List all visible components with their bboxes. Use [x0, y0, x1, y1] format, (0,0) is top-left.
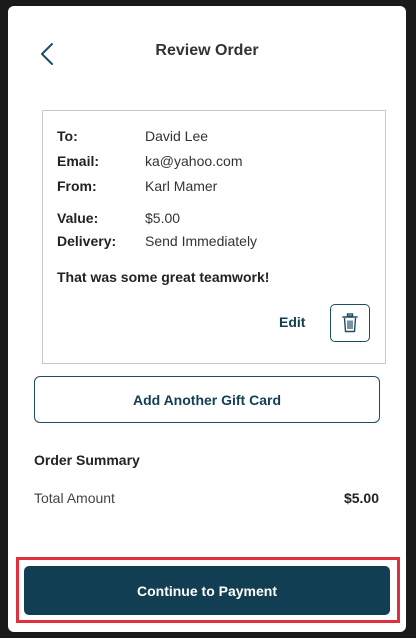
detail-label: Value: [57, 210, 99, 226]
detail-label: To: [57, 128, 78, 144]
detail-value: $5.00 [145, 210, 181, 226]
edit-button[interactable]: Edit [279, 314, 305, 330]
gift-message: That was some great teamwork! [57, 269, 270, 285]
detail-label: From: [57, 178, 97, 194]
total-amount-label: Total Amount [34, 490, 115, 506]
detail-label: Email: [57, 153, 100, 169]
trash-icon [342, 313, 358, 333]
total-amount-value: $5.00 [343, 490, 379, 506]
add-gift-card-button[interactable]: Add Another Gift Card [34, 376, 380, 423]
detail-label: Delivery: [57, 233, 117, 249]
review-order-card: Review Order To: David Lee Email: ka@yah… [8, 6, 406, 632]
detail-value: David Lee [145, 128, 209, 144]
detail-value: ka@yahoo.com [145, 153, 243, 169]
detail-value: Karl Mamer [145, 178, 218, 194]
order-summary-heading: Order Summary [34, 452, 140, 468]
delete-button[interactable] [330, 304, 370, 342]
continue-to-payment-button[interactable]: Continue to Payment [24, 566, 390, 615]
order-details-box: To: David Lee Email: ka@yahoo.com From: … [42, 110, 386, 364]
page-title: Review Order [155, 42, 259, 59]
detail-value: Send Immediately [145, 233, 258, 249]
